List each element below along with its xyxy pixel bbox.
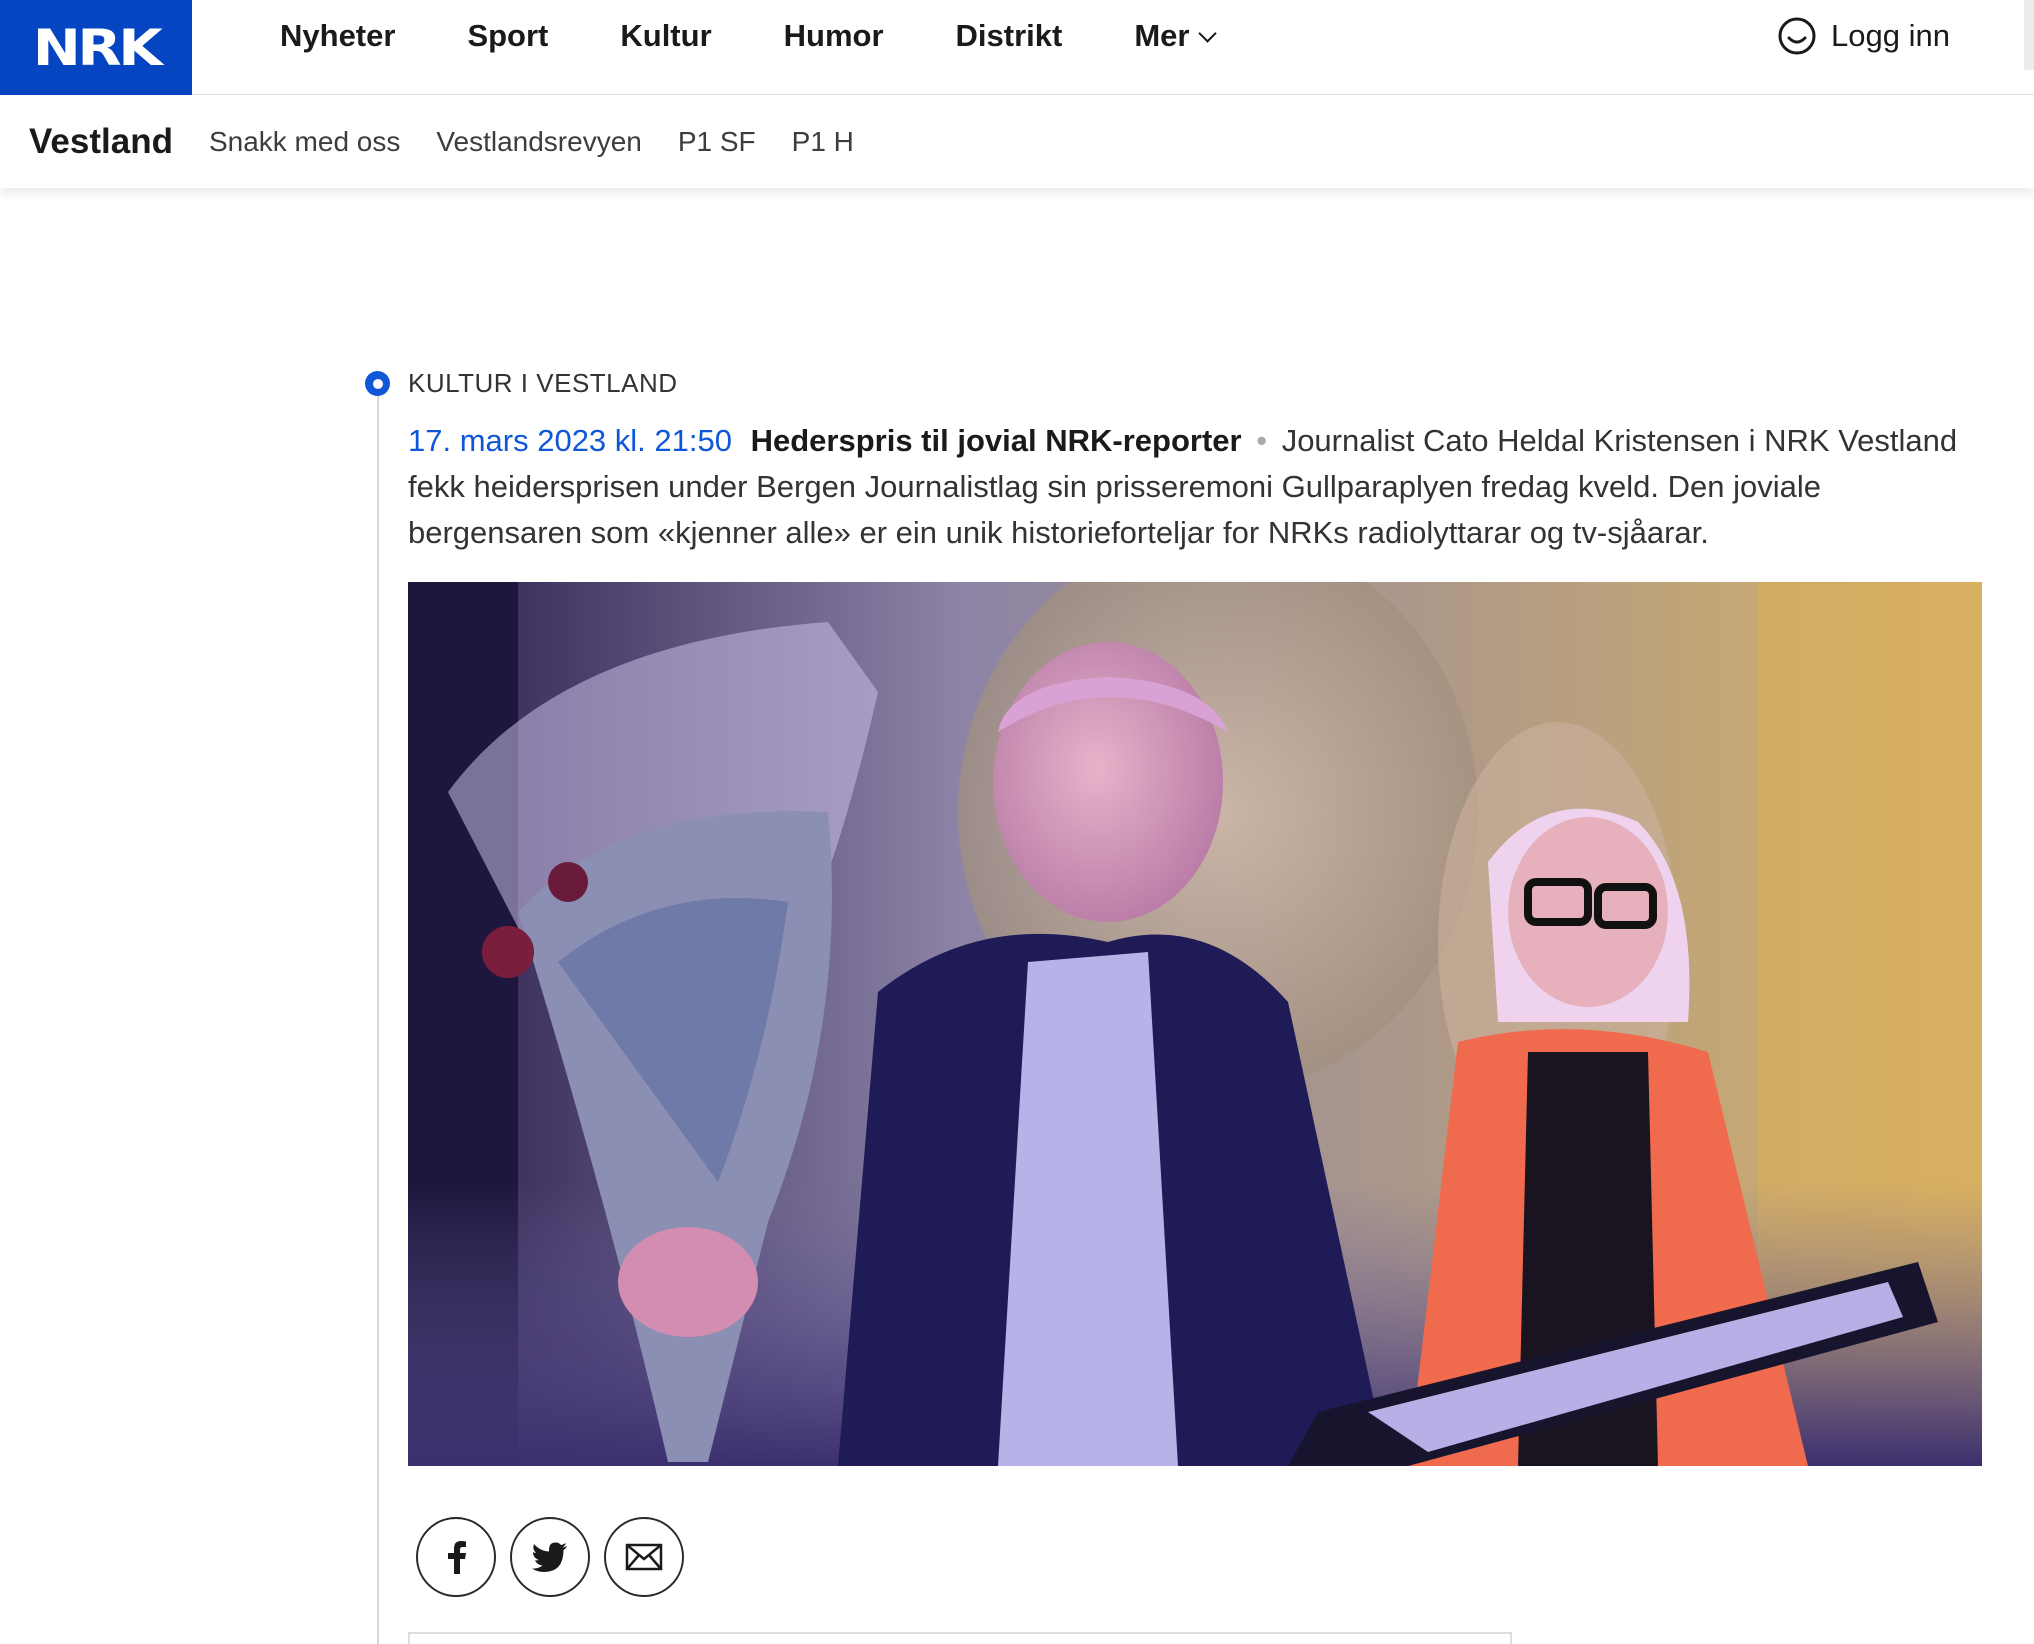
nav-item-humor[interactable]: Humor [784,18,884,54]
scrollbar[interactable] [2024,0,2034,70]
nrk-logo[interactable]: NRK [0,0,192,95]
article-kicker: KULTUR I VESTLAND [408,368,678,398]
article-date: 17. mars 2023 kl. 21:50 [408,423,732,458]
separator-dot: • [1256,423,1268,458]
login-label: Logg inn [1831,18,1950,53]
twitter-icon [532,1542,567,1572]
subnav-item-snakk-med-oss[interactable]: Snakk med oss [209,126,400,158]
logo-text: NRK [32,18,163,77]
facebook-icon [448,1541,466,1574]
user-smile-icon [1778,17,1816,55]
nav-item-sport[interactable]: Sport [467,18,548,54]
timeline-dot-icon [365,371,390,396]
timeline-line [377,390,379,1644]
nav-item-mer-label: Mer [1134,18,1190,53]
top-navigation: NRK Nyheter Sport Kultur Humor Distrikt … [0,0,2034,95]
share-buttons [416,1517,684,1597]
nav-item-distrikt[interactable]: Distrikt [956,18,1063,54]
article-headline[interactable]: Hederspris til jovial NRK-reporter [751,423,1242,458]
subnav-item-p1-sf[interactable]: P1 SF [678,126,756,158]
next-article-card-edge [408,1632,1512,1644]
article-summary: 17. mars 2023 kl. 21:50 Hederspris til j… [408,418,1988,556]
share-facebook-button[interactable] [416,1517,496,1597]
email-icon [625,1543,663,1571]
share-email-button[interactable] [604,1517,684,1597]
subnav-item-vestlandsrevyen[interactable]: Vestlandsrevyen [436,126,641,158]
sub-navigation: Vestland Snakk med oss Vestlandsrevyen P… [0,96,2034,188]
subnav-item-p1-h[interactable]: P1 H [792,126,854,158]
nav-item-nyheter[interactable]: Nyheter [280,18,395,54]
chevron-down-icon [1198,23,1218,43]
photo-illustration [408,582,1982,1466]
main-nav: Nyheter Sport Kultur Humor Distrikt Mer [280,0,1218,72]
nav-item-kultur[interactable]: Kultur [620,18,711,54]
nav-item-mer[interactable]: Mer [1134,18,1218,54]
share-twitter-button[interactable] [510,1517,590,1597]
article-photo [408,582,1982,1466]
login-button[interactable]: Logg inn [1777,0,1950,72]
region-title[interactable]: Vestland [29,122,173,162]
